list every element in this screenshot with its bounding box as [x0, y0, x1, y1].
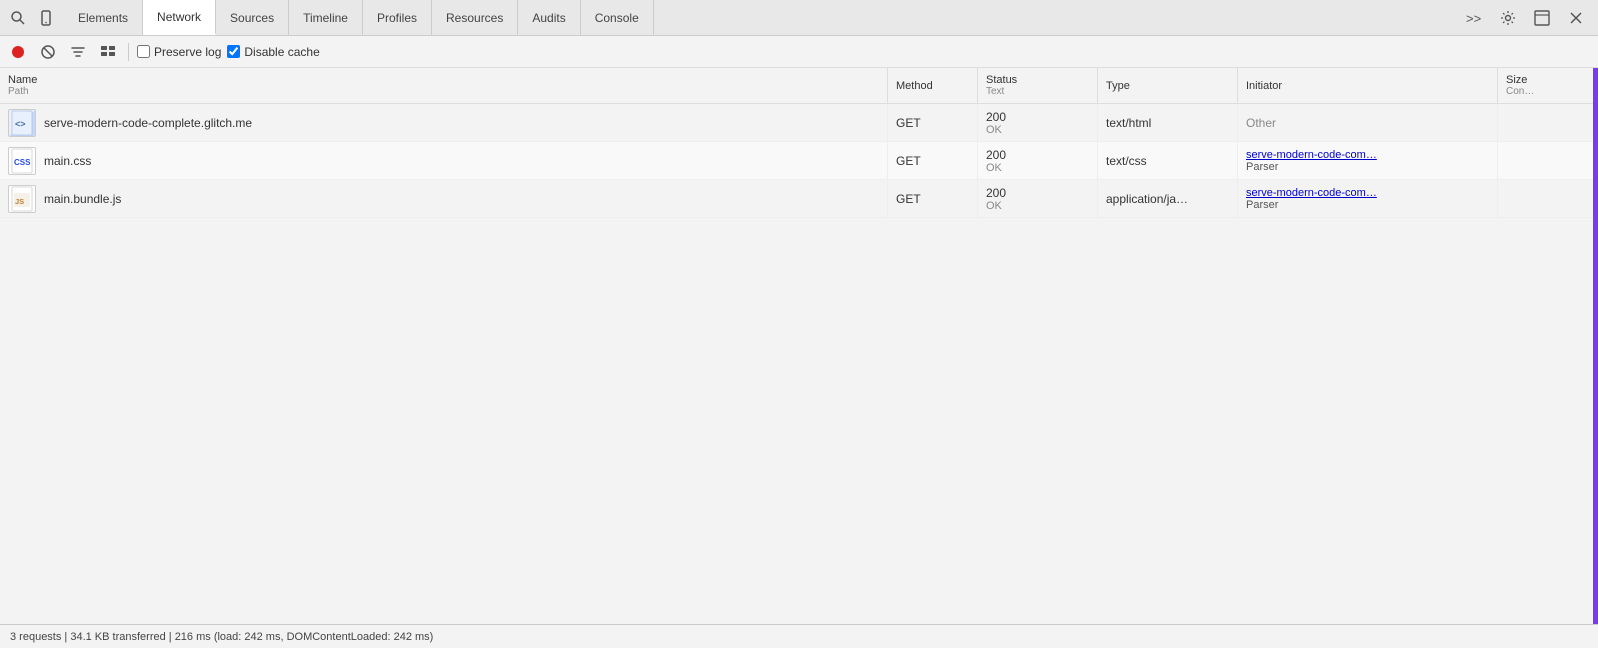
- scrollbar-indicator[interactable]: [1593, 68, 1598, 624]
- disable-cache-label: Disable cache: [244, 45, 319, 59]
- td-status-1: 200 OK: [978, 104, 1098, 141]
- td-size-2: [1498, 142, 1598, 179]
- css-file-icon: CSS: [8, 147, 36, 175]
- tab-profiles[interactable]: Profiles: [363, 0, 432, 35]
- preserve-log-label: Preserve log: [154, 45, 221, 59]
- disable-cache-checkbox[interactable]: [227, 45, 240, 58]
- td-size-3: [1498, 180, 1598, 217]
- table-header: Name Path Method Status Text Type Initia…: [0, 68, 1598, 104]
- th-type[interactable]: Type: [1098, 68, 1238, 103]
- th-status[interactable]: Status Text: [978, 68, 1098, 103]
- tab-audits[interactable]: Audits: [518, 0, 580, 35]
- top-nav: Elements Network Sources Timeline Profil…: [0, 0, 1598, 36]
- svg-text:CSS: CSS: [14, 158, 31, 167]
- nav-right-icons: >>: [1460, 4, 1594, 32]
- disable-cache-toggle[interactable]: Disable cache: [227, 45, 319, 59]
- td-size-1: [1498, 104, 1598, 141]
- td-type-2: text/css: [1098, 142, 1238, 179]
- th-initiator[interactable]: Initiator: [1238, 68, 1498, 103]
- td-initiator-3: serve-modern-code-com… Parser: [1238, 180, 1498, 217]
- th-method[interactable]: Method: [888, 68, 978, 103]
- svg-text:<>: <>: [15, 119, 26, 129]
- td-name-3: JS main.bundle.js: [0, 180, 888, 217]
- td-initiator-2: serve-modern-code-com… Parser: [1238, 142, 1498, 179]
- table-row[interactable]: <> serve-modern-code-complete.glitch.me …: [0, 104, 1598, 142]
- td-status-3: 200 OK: [978, 180, 1098, 217]
- tab-sources[interactable]: Sources: [216, 0, 289, 35]
- main-area: Preserve log Disable cache Name Path Met…: [0, 36, 1598, 648]
- tab-timeline[interactable]: Timeline: [289, 0, 363, 35]
- clear-button[interactable]: [36, 40, 60, 64]
- view-mode-button[interactable]: [96, 40, 120, 64]
- td-method-3: GET: [888, 180, 978, 217]
- toolbar-separator-1: [128, 43, 129, 61]
- td-name-1: <> serve-modern-code-complete.glitch.me: [0, 104, 888, 141]
- close-icon-button[interactable]: [1562, 4, 1590, 32]
- mobile-button[interactable]: [32, 4, 60, 32]
- record-button[interactable]: [6, 40, 30, 64]
- html-file-icon: <>: [8, 109, 36, 137]
- th-name[interactable]: Name Path: [0, 68, 888, 103]
- tab-elements[interactable]: Elements: [64, 0, 143, 35]
- th-size[interactable]: Size Con…: [1498, 68, 1598, 103]
- network-table: Name Path Method Status Text Type Initia…: [0, 68, 1598, 624]
- td-type-1: text/html: [1098, 104, 1238, 141]
- tab-network[interactable]: Network: [143, 0, 216, 35]
- preserve-log-checkbox[interactable]: [137, 45, 150, 58]
- js-file-icon: JS: [8, 185, 36, 213]
- dock-icon-button[interactable]: [1528, 4, 1556, 32]
- status-bar: 3 requests | 34.1 KB transferred | 216 m…: [0, 624, 1598, 648]
- toolbar: Preserve log Disable cache: [0, 36, 1598, 68]
- table-body: <> serve-modern-code-complete.glitch.me …: [0, 104, 1598, 624]
- td-status-2: 200 OK: [978, 142, 1098, 179]
- table-row[interactable]: CSS main.css GET 200 OK text/css serve-m…: [0, 142, 1598, 180]
- preserve-log-toggle[interactable]: Preserve log: [137, 45, 221, 59]
- td-method-1: GET: [888, 104, 978, 141]
- td-method-2: GET: [888, 142, 978, 179]
- table-row[interactable]: JS main.bundle.js GET 200 OK application…: [0, 180, 1598, 218]
- td-name-2: CSS main.css: [0, 142, 888, 179]
- tab-console[interactable]: Console: [581, 0, 654, 35]
- tab-resources[interactable]: Resources: [432, 0, 518, 35]
- svg-text:JS: JS: [15, 197, 24, 206]
- row-1-name: serve-modern-code-complete.glitch.me: [44, 116, 252, 130]
- svg-text:>>: >>: [1466, 11, 1481, 26]
- row-3-name: main.bundle.js: [44, 192, 121, 206]
- filter-button[interactable]: [66, 40, 90, 64]
- empty-area: [0, 218, 1598, 418]
- td-initiator-1: Other: [1238, 104, 1498, 141]
- row-2-name: main.css: [44, 154, 91, 168]
- td-type-3: application/ja…: [1098, 180, 1238, 217]
- status-text: 3 requests | 34.1 KB transferred | 216 m…: [10, 631, 433, 643]
- settings-icon-button[interactable]: [1494, 4, 1522, 32]
- search-button[interactable]: [4, 4, 32, 32]
- nav-tabs: Elements Network Sources Timeline Profil…: [64, 0, 654, 35]
- execute-icon-button[interactable]: >>: [1460, 4, 1488, 32]
